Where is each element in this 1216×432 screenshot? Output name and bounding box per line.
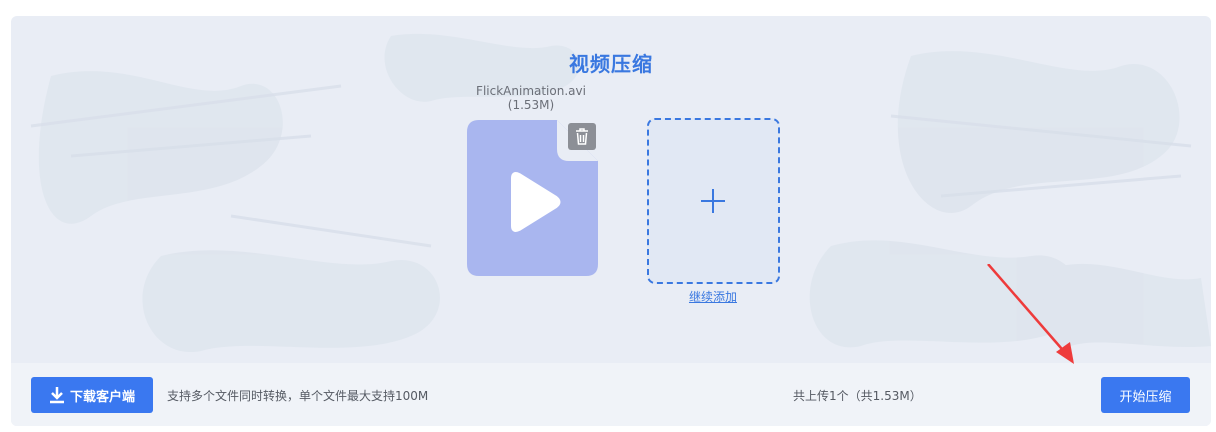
file-size-text: (1.53M): [507, 98, 555, 112]
download-client-label: 下载客户端: [69, 389, 135, 405]
trash-icon: [576, 128, 588, 145]
footer-bar: 下载客户端 支持多个文件同时转换，单个文件最大支持100M 共上传1个（共1.5…: [11, 363, 1211, 426]
plus-icon: [701, 189, 725, 213]
upload-count-text: 共上传1个（共1.53M）: [793, 389, 922, 403]
download-icon: [49, 387, 64, 404]
start-compress-button[interactable]: 开始压缩: [1101, 377, 1190, 413]
delete-file-button[interactable]: [568, 123, 596, 150]
annotation-arrow-icon: [987, 264, 1074, 364]
page-title: 视频压缩: [569, 52, 653, 76]
file-name: FlickAnimation.avi (1.53M): [451, 84, 611, 112]
compress-panel: 视频压缩 FlickAnimation.avi (1.53M) 继续添加 下载客…: [11, 16, 1211, 426]
add-file-box[interactable]: [647, 118, 780, 284]
continue-add-link[interactable]: 继续添加: [673, 288, 753, 305]
download-client-button[interactable]: 下载客户端: [31, 377, 153, 413]
support-info-text: 支持多个文件同时转换，单个文件最大支持100M: [167, 389, 429, 403]
file-name-text: FlickAnimation.avi: [476, 84, 586, 98]
start-compress-label: 开始压缩: [1119, 389, 1172, 405]
